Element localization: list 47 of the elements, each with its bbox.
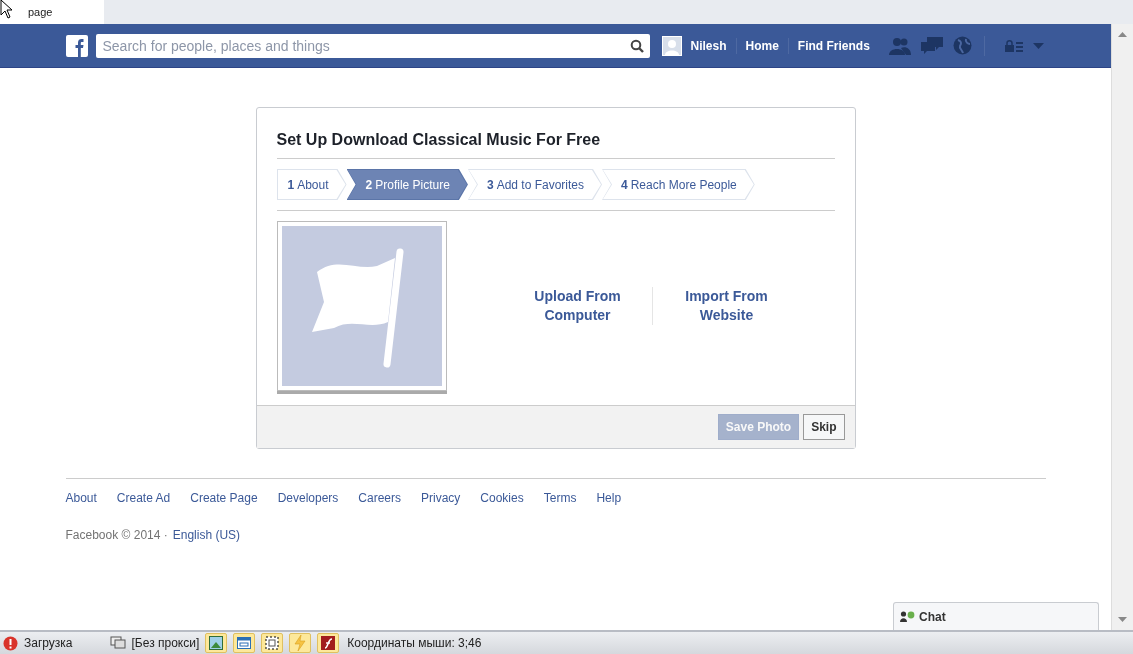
chat-tab[interactable]: Chat [893, 602, 1099, 630]
language-link[interactable]: English (US) [172, 528, 241, 542]
search-icon[interactable] [629, 38, 644, 53]
footer-link[interactable]: Careers [358, 491, 401, 505]
footer-link[interactable]: About [65, 491, 97, 505]
window-toggle-icon[interactable] [233, 633, 256, 653]
step-tab[interactable]: 1 About [276, 169, 347, 200]
copyright-text: Facebook © 2014 · [65, 528, 168, 542]
footer-link[interactable]: Privacy [421, 491, 461, 505]
frame-toggle-icon[interactable] [261, 633, 284, 653]
footer-link[interactable]: Create Ad [116, 491, 171, 505]
cursor-icon [0, 0, 14, 19]
nav-link[interactable]: Home [736, 38, 788, 53]
scroll-down-icon[interactable] [1118, 617, 1127, 622]
lock-icon[interactable] [1004, 39, 1023, 52]
globe-icon[interactable] [952, 36, 972, 55]
step-tab[interactable]: 4 Reach More People [602, 169, 755, 200]
scroll-up-icon[interactable] [1118, 32, 1127, 37]
footer-link[interactable]: Cookies [480, 491, 524, 505]
footer-link[interactable]: Developers [277, 491, 339, 505]
upload-option-link[interactable]: Upload From Computer [512, 287, 643, 325]
facebook-logo-icon[interactable] [65, 34, 88, 57]
caret-icon[interactable] [1032, 42, 1044, 49]
mouse-coordinates: Координаты мыши: 3;46 [347, 636, 482, 650]
proxy-status[interactable]: [Без прокси] [131, 636, 200, 650]
avatar-icon[interactable] [661, 35, 682, 56]
error-icon [3, 635, 18, 651]
footer-link[interactable]: Help [596, 491, 622, 505]
scrollbar[interactable] [1111, 24, 1133, 630]
step-tab[interactable]: 3 Add to Favorites [467, 169, 602, 200]
chat-status-icon [900, 611, 915, 622]
skip-button[interactable]: Skip [803, 414, 845, 440]
loading-status: Загрузка [24, 636, 73, 650]
profile-link[interactable]: Nilesh [681, 38, 736, 53]
messages-icon[interactable] [920, 36, 943, 55]
image-toggle-icon[interactable] [205, 633, 228, 653]
footer-link[interactable]: Create Page [190, 491, 258, 505]
step-tab[interactable]: 2 Profile Picture [346, 169, 468, 200]
footer-link[interactable]: Terms [543, 491, 577, 505]
flash-icon[interactable] [317, 633, 340, 653]
search-field[interactable]: Search for people, places and things [95, 33, 650, 58]
network-icon[interactable] [109, 636, 126, 650]
setup-title: Set Up Download Classical Music For Free [276, 108, 835, 159]
nav-link[interactable]: Find Friends [788, 38, 879, 53]
browser-tab[interactable]: page [0, 0, 104, 24]
friends-icon[interactable] [888, 36, 911, 55]
upload-option-link[interactable]: Import From Website [661, 287, 792, 325]
